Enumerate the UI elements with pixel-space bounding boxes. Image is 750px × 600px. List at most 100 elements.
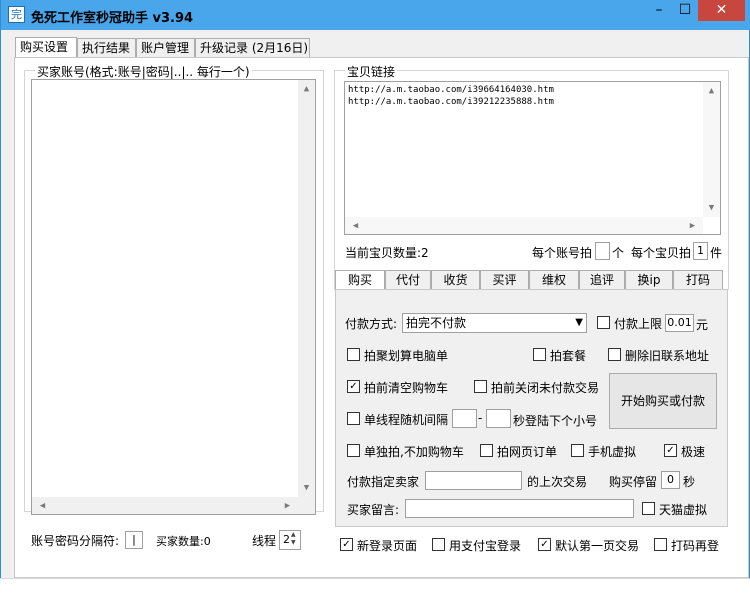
stay-label: 购买停留 xyxy=(609,475,658,489)
clear-cart-label: 拍前清空购物车 xyxy=(364,381,449,395)
payment-method-label: 付款方式: xyxy=(345,317,398,331)
retry-captcha-label: 打码再登 xyxy=(671,539,720,553)
item-link: http://a.m.taobao.com/i39664164030.htm xyxy=(348,85,554,95)
close-unpaid-checkbox[interactable] xyxy=(474,380,487,393)
tab-upgrade-log[interactable]: 升级记录 (2月16日) xyxy=(195,38,310,57)
tab-review[interactable]: 买评 xyxy=(480,270,529,290)
scroll-left-icon[interactable]: ◀ xyxy=(347,220,364,232)
alipay-login-checkbox[interactable] xyxy=(432,538,445,551)
retry-captcha-checkbox[interactable] xyxy=(654,538,667,551)
scroll-right-icon[interactable]: ▶ xyxy=(684,220,701,232)
maximize-button[interactable]: ☐ xyxy=(672,0,698,21)
tab-buy[interactable]: 购买 xyxy=(335,270,385,291)
single-buy-checkbox[interactable] xyxy=(347,444,360,457)
payment-method-select[interactable]: 拍完不付款 ▼ xyxy=(402,313,587,333)
buyer-message-input[interactable] xyxy=(405,499,634,518)
single-buy-label: 单独拍,不加购物车 xyxy=(364,445,464,459)
stay-unit: 秒 xyxy=(683,475,696,489)
payment-method-value: 拍完不付款 xyxy=(406,316,467,330)
web-order-label: 拍网页订单 xyxy=(497,445,558,459)
spin-arrows-icon[interactable]: ▲ ▼ xyxy=(291,531,300,549)
scroll-down-icon[interactable]: ▼ xyxy=(298,482,315,494)
tab-purchase-settings[interactable]: 购买设置 xyxy=(15,37,77,58)
close-button[interactable]: ✕ xyxy=(698,0,745,21)
status-bar xyxy=(0,578,750,600)
separator-input[interactable]: | xyxy=(125,531,143,549)
scroll-corner xyxy=(298,497,315,514)
start-purchase-button[interactable]: 开始购买或付款 xyxy=(609,373,717,429)
chevron-down-icon: ▼ xyxy=(575,317,583,328)
vertical-scrollbar[interactable]: ▲ ▼ xyxy=(298,80,315,497)
package-label: 拍套餐 xyxy=(550,349,587,363)
clear-cart-checkbox[interactable]: ✓ xyxy=(347,380,360,393)
scroll-down-icon[interactable]: ▼ xyxy=(703,202,720,214)
item-link: http://a.m.taobao.com/i39212235888.htm xyxy=(348,97,554,107)
new-login-label: 新登录页面 xyxy=(357,539,418,553)
per-account-input[interactable] xyxy=(595,242,610,260)
first-page-checkbox[interactable]: ✓ xyxy=(538,538,551,551)
per-account-unit: 个 xyxy=(612,246,625,260)
threads-spinner[interactable]: 2 ▲ ▼ xyxy=(279,530,301,550)
interval-max-input[interactable] xyxy=(486,409,511,428)
window-title: 免死工作室秒冠助手 v3.94 xyxy=(31,11,194,26)
title-bar: 完 免死工作室秒冠助手 v3.94 – ☐ ✕ xyxy=(1,0,750,30)
juhuasuan-label: 拍聚划算电脑单 xyxy=(364,349,449,363)
scroll-up-icon[interactable]: ▲ xyxy=(298,83,315,95)
per-item-unit: 件 xyxy=(710,246,723,260)
per-item-label: 每个宝贝拍 xyxy=(631,246,692,260)
payment-limit-checkbox[interactable] xyxy=(597,316,610,329)
tab-execution-results[interactable]: 执行结果 xyxy=(77,38,136,57)
close-unpaid-label: 拍前关闭未付款交易 xyxy=(491,381,600,395)
scroll-right-icon[interactable]: ▶ xyxy=(279,500,296,512)
tab-pay-for[interactable]: 代付 xyxy=(385,270,431,290)
scroll-left-icon[interactable]: ◀ xyxy=(34,500,51,512)
interval-dash: - xyxy=(478,411,483,425)
new-login-checkbox[interactable]: ✓ xyxy=(340,538,353,551)
horizontal-scrollbar[interactable]: ◀ ▶ xyxy=(32,497,298,514)
stay-input[interactable]: 0 xyxy=(661,471,680,489)
delete-address-label: 删除旧联系地址 xyxy=(625,349,710,363)
tmall-virtual-label: 天猫虚拟 xyxy=(659,503,708,517)
juhuasuan-checkbox[interactable] xyxy=(347,348,360,361)
mobile-virtual-label: 手机虚拟 xyxy=(588,445,637,459)
per-item-input[interactable]: 1 xyxy=(693,242,708,260)
main-area: 购买设置 执行结果 账户管理 升级记录 (2月16日) 买家账号(格式:账号|密… xyxy=(1,30,749,578)
horizontal-scrollbar[interactable]: ◀ ▶ xyxy=(345,217,703,234)
app-icon: 完 xyxy=(8,6,25,23)
specified-seller-input[interactable] xyxy=(425,471,522,490)
minimize-button[interactable]: – xyxy=(646,0,672,21)
tab-follow-review[interactable]: 追评 xyxy=(579,270,625,290)
payment-limit-input[interactable]: 0.01 xyxy=(665,314,694,332)
first-page-label: 默认第一页交易 xyxy=(555,539,640,553)
item-links-textarea[interactable]: http://a.m.taobao.com/i39664164030.htm h… xyxy=(344,81,721,235)
item-links-legend: 宝贝链接 xyxy=(345,63,398,80)
vertical-scrollbar[interactable]: ▲ ▼ xyxy=(703,82,720,217)
app-window: 完 免死工作室秒冠助手 v3.94 – ☐ ✕ 购买设置 执行结果 账户管理 升… xyxy=(0,0,750,578)
per-account-label: 每个账号拍 xyxy=(532,246,593,260)
interval-suffix: 秒登陆下个小号 xyxy=(513,414,598,428)
tmall-virtual-checkbox[interactable] xyxy=(642,502,655,515)
tab-change-ip[interactable]: 换ip xyxy=(625,270,673,290)
tab-rights[interactable]: 维权 xyxy=(529,270,579,290)
buyer-accounts-legend: 买家账号(格式:账号|密码|..|.. 每行一个) xyxy=(35,63,252,80)
tab-receive[interactable]: 收货 xyxy=(431,270,480,290)
alipay-login-label: 用支付宝登录 xyxy=(449,539,522,553)
payment-limit-label: 付款上限 xyxy=(614,317,663,331)
buyer-accounts-textarea[interactable]: ▲ ▼ ◀ ▶ xyxy=(31,79,316,515)
threads-value: 2 xyxy=(283,533,290,546)
package-checkbox[interactable] xyxy=(533,348,546,361)
web-order-checkbox[interactable] xyxy=(480,444,493,457)
threads-label: 线程 xyxy=(252,534,277,548)
mobile-virtual-checkbox[interactable] xyxy=(571,444,584,457)
tab-account-management[interactable]: 账户管理 xyxy=(136,38,195,57)
delete-address-checkbox[interactable] xyxy=(608,348,621,361)
random-interval-label: 单线程随机间隔 xyxy=(364,413,449,427)
random-interval-checkbox[interactable] xyxy=(347,412,360,425)
buyer-message-label: 买家留言: xyxy=(347,503,400,517)
scroll-up-icon[interactable]: ▲ xyxy=(703,85,720,97)
current-item-count-label: 当前宝贝数量:2 xyxy=(345,246,429,260)
tab-captcha[interactable]: 打码 xyxy=(673,270,723,290)
payment-limit-unit: 元 xyxy=(696,318,709,332)
fast-checkbox[interactable]: ✓ xyxy=(664,444,677,457)
interval-min-input[interactable] xyxy=(452,409,477,428)
